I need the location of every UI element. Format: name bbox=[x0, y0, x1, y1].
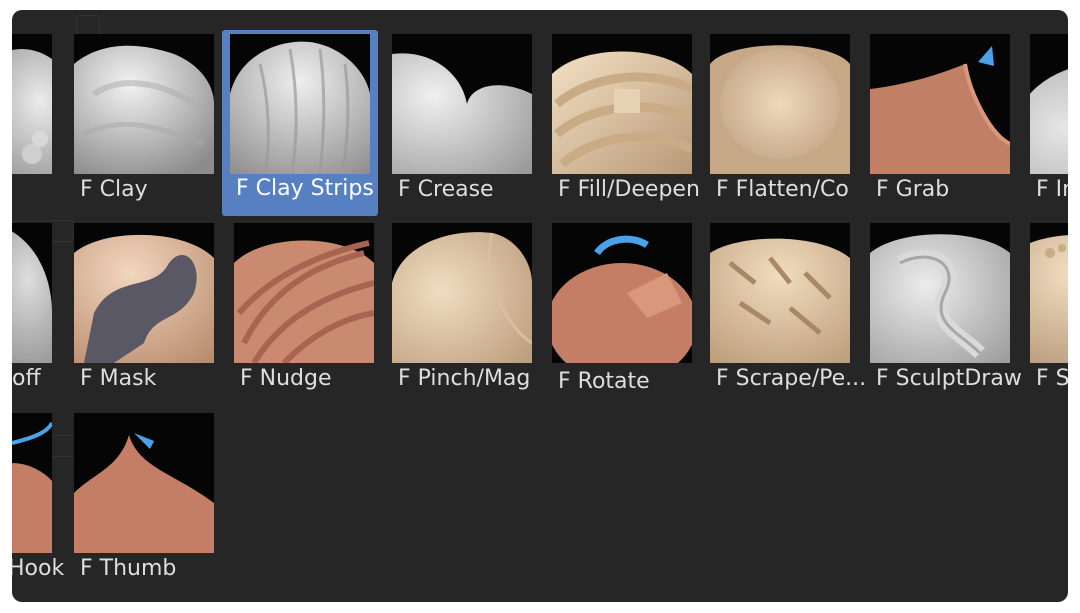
brush-tile-snake-hook[interactable]: Hook bbox=[12, 413, 64, 593]
brush-tile-mask[interactable]: F Mask bbox=[74, 223, 214, 403]
rotate-brush-icon bbox=[552, 223, 692, 363]
flatten-brush-icon bbox=[710, 34, 850, 174]
fill-deepen-brush-icon bbox=[552, 34, 692, 174]
crease-brush-icon bbox=[392, 34, 532, 174]
brush-label: F Mask bbox=[80, 366, 157, 391]
brush-tile-rotate[interactable]: F Rotate bbox=[552, 223, 692, 403]
nudge-brush-icon bbox=[234, 223, 374, 363]
brush-tile-clay[interactable]: F Clay bbox=[74, 34, 214, 214]
pinch-brush-icon bbox=[392, 223, 532, 363]
brush-label: F Fill/Deepen bbox=[558, 177, 700, 202]
brush-tile-sculptdraw[interactable]: F SculptDraw bbox=[870, 223, 1022, 403]
brush-label: F Flatten/Co bbox=[716, 177, 849, 202]
brush-label: F S bbox=[1036, 366, 1068, 391]
brush-label: F SculptDraw bbox=[876, 366, 1022, 391]
grab-brush-icon bbox=[870, 34, 1010, 174]
brush-tile-thumb[interactable]: F Thumb bbox=[74, 413, 214, 593]
brush-tile-partial[interactable]: off bbox=[12, 223, 52, 403]
brush-label: F Clay Strips bbox=[236, 176, 374, 201]
thumb-brush-icon bbox=[74, 413, 214, 553]
clay-brush-icon bbox=[74, 34, 214, 174]
inflate-brush-icon bbox=[1030, 34, 1068, 174]
brush-tile-crease[interactable]: F Crease bbox=[392, 34, 532, 214]
brush-label: F Pinch/Mag bbox=[398, 366, 531, 391]
brush-picker-panel: F Clay F Clay Strips F Crease F Fill/Dee… bbox=[12, 10, 1068, 602]
brush-label: F Clay bbox=[80, 177, 148, 202]
brush-label: F Rotate bbox=[558, 369, 650, 394]
brush-tile-partial[interactable] bbox=[12, 34, 52, 214]
brush-label: F Nudge bbox=[240, 366, 332, 391]
snake-hook-brush-icon bbox=[12, 413, 52, 553]
brush-tile-scrape[interactable]: F Scrape/Pe... bbox=[710, 223, 866, 403]
brush-tile-clay-strips[interactable]: F Clay Strips bbox=[222, 30, 378, 216]
brush-tile-inflate[interactable]: F In bbox=[1030, 34, 1068, 214]
brush-label: F Crease bbox=[398, 177, 494, 202]
smooth-brush-icon bbox=[1030, 223, 1068, 363]
fragment-icon bbox=[12, 223, 52, 363]
brush-tile-pinch[interactable]: F Pinch/Mag bbox=[392, 223, 532, 403]
brush-label: F Thumb bbox=[80, 556, 177, 581]
brush-label: F Scrape/Pe... bbox=[716, 366, 867, 391]
brush-tile-nudge[interactable]: F Nudge bbox=[234, 223, 374, 403]
brush-label: Hook bbox=[12, 556, 65, 581]
mask-brush-icon bbox=[74, 223, 214, 363]
brush-tile-smooth[interactable]: F S bbox=[1030, 223, 1068, 403]
fragment-icon bbox=[12, 34, 52, 174]
brush-tile-grab[interactable]: F Grab bbox=[870, 34, 1010, 214]
brush-label: F In bbox=[1036, 177, 1068, 202]
scrape-brush-icon bbox=[710, 223, 850, 363]
brush-label: F Grab bbox=[876, 177, 950, 202]
brush-label: off bbox=[12, 366, 41, 391]
clay-strips-brush-icon bbox=[230, 34, 370, 174]
sculptdraw-brush-icon bbox=[870, 223, 1010, 363]
brush-tile-fill-deepen[interactable]: F Fill/Deepen bbox=[552, 34, 700, 214]
brush-tile-flatten[interactable]: F Flatten/Co bbox=[710, 34, 850, 214]
background-ui-fragment bbox=[76, 15, 100, 35]
